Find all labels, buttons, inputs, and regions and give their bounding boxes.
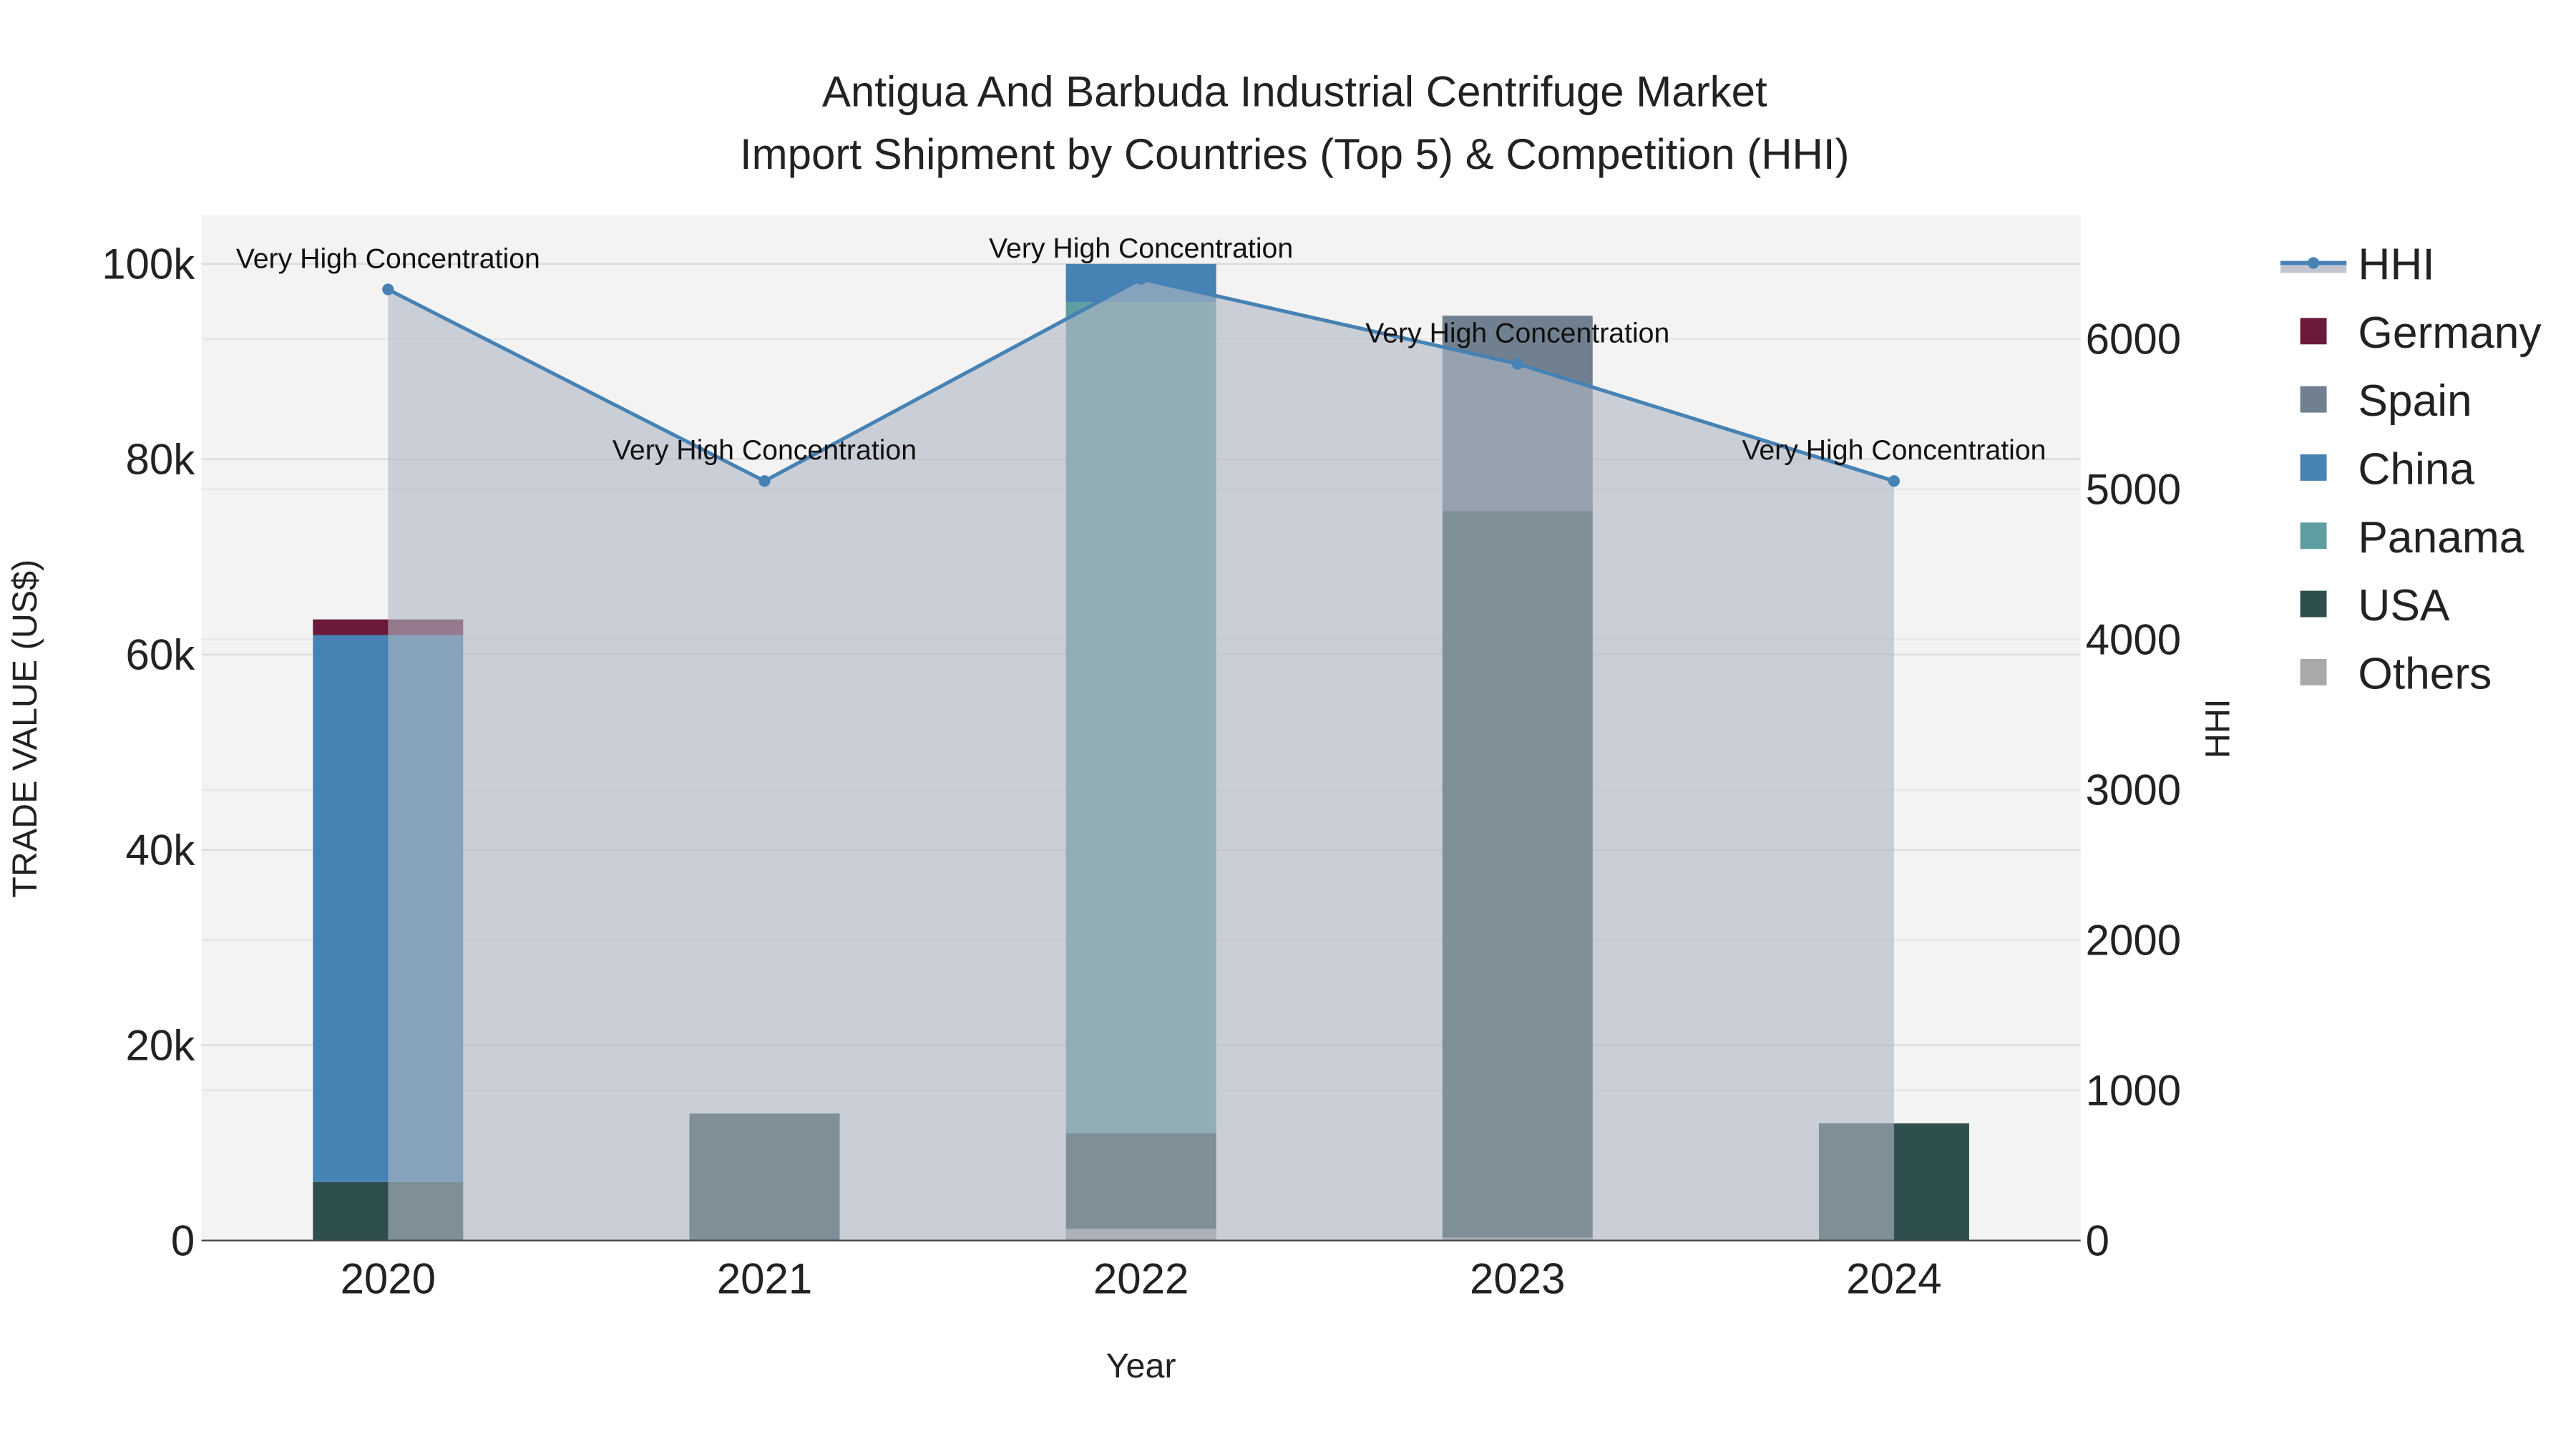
legend-label: HHI xyxy=(2358,240,2434,290)
hhi-annotation: Very High Concentration xyxy=(989,233,1293,264)
hhi-point-2021 xyxy=(758,475,771,487)
legend-label: Panama xyxy=(2358,513,2524,562)
y-tick-label: 60k xyxy=(126,631,196,679)
y2-tick-label: 0 xyxy=(2086,1216,2109,1264)
legend-swatch-icon xyxy=(2300,658,2327,686)
x-tick-label: 2020 xyxy=(341,1255,436,1303)
y2-tick-label: 3000 xyxy=(2086,766,2181,814)
y2-axis-label: HHI xyxy=(2198,699,2237,758)
legend-label: Germany xyxy=(2358,308,2542,358)
chart-title-line2: Import Shipment by Countries (Top 5) & C… xyxy=(740,130,1850,178)
x-tick-label: 2024 xyxy=(1846,1255,1941,1303)
legend-label: USA xyxy=(2358,581,2450,630)
y-axis-label: TRADE VALUE (US$) xyxy=(6,560,44,898)
x-tick-label: 2021 xyxy=(717,1255,812,1303)
y-tick-label: 20k xyxy=(126,1021,196,1069)
chart-title-line1: Antigua And Barbuda Industrial Centrifug… xyxy=(822,67,1767,115)
y2-tick-label: 2000 xyxy=(2086,916,2181,964)
legend-item-hhi[interactable]: HHI xyxy=(2280,240,2435,290)
hhi-point-2024 xyxy=(1888,475,1900,487)
legend-item-panama[interactable]: Panama xyxy=(2300,513,2524,562)
legend-swatch-icon xyxy=(2300,590,2327,618)
hhi-annotation: Very High Concentration xyxy=(1365,317,1669,348)
legend-item-china[interactable]: China xyxy=(2300,444,2475,494)
legend-swatch-icon xyxy=(2300,318,2327,345)
x-axis-label: Year xyxy=(1106,1347,1176,1385)
y2-tick-label: 5000 xyxy=(2086,466,2181,514)
hhi-point-2023 xyxy=(1511,358,1523,370)
hhi-point-2022 xyxy=(1135,273,1147,285)
legend-hhi-marker-icon xyxy=(2308,257,2320,269)
x-tick-label: 2022 xyxy=(1093,1255,1189,1303)
hhi-annotation: Very High Concentration xyxy=(1742,434,2046,466)
chart: Antigua And Barbuda Industrial Centrifug… xyxy=(6,67,2542,1385)
legend-item-others[interactable]: Others xyxy=(2300,649,2492,698)
y2-tick-label: 1000 xyxy=(2086,1066,2181,1114)
legend-label: Spain xyxy=(2358,376,2472,426)
hhi-annotation: Very High Concentration xyxy=(613,434,917,466)
y-tick-label: 80k xyxy=(126,436,196,484)
y2-tick-label: 4000 xyxy=(2086,616,2181,664)
legend-label: China xyxy=(2358,444,2474,494)
legend-item-usa[interactable]: USA xyxy=(2300,581,2450,630)
legend-swatch-icon xyxy=(2300,454,2327,481)
y-tick-label: 0 xyxy=(171,1216,195,1264)
legend-item-spain[interactable]: Spain xyxy=(2300,376,2472,426)
y-tick-label: 40k xyxy=(126,826,196,874)
y-tick-label: 100k xyxy=(102,240,195,288)
legend-label: Others xyxy=(2358,649,2492,698)
legend-swatch-icon xyxy=(2300,522,2327,550)
legend-item-germany[interactable]: Germany xyxy=(2300,308,2542,358)
legend-swatch-icon xyxy=(2300,386,2327,413)
hhi-area xyxy=(388,278,1894,1241)
y2-tick-label: 6000 xyxy=(2086,316,2181,364)
hhi-annotation: Very High Concentration xyxy=(236,243,540,275)
x-tick-label: 2023 xyxy=(1470,1255,1565,1303)
hhi-point-2020 xyxy=(382,283,394,296)
